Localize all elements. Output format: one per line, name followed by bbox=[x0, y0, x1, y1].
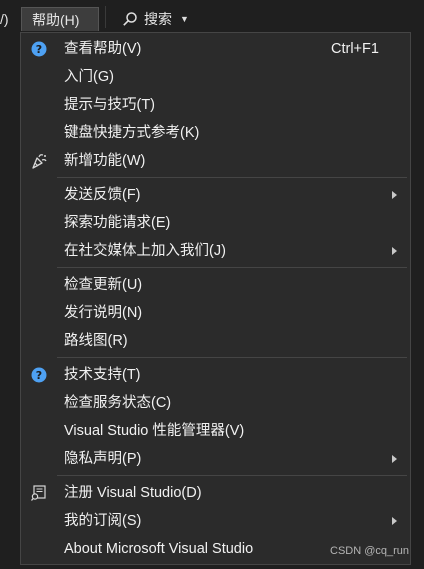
search-label: 搜索 bbox=[144, 11, 172, 27]
menu-item-label: 隐私声明(P) bbox=[64, 451, 142, 467]
menu-item-label: 新增功能(W) bbox=[64, 153, 146, 169]
menu-item-roadmap[interactable]: 路线图(R) bbox=[21, 327, 410, 355]
menu-item-my-subscriptions[interactable]: 我的订阅(S) bbox=[21, 507, 410, 535]
svg-text:?: ? bbox=[36, 43, 42, 56]
search-button[interactable]: 搜索 ▼ bbox=[122, 7, 189, 31]
menu-separator bbox=[57, 475, 407, 476]
menubar-item-previous[interactable]: /) bbox=[0, 7, 9, 31]
search-icon bbox=[123, 12, 137, 26]
menu-item-get-started[interactable]: 入门(G) bbox=[21, 63, 410, 91]
party-popper-icon bbox=[32, 154, 47, 169]
menu-item-keyboard-shortcuts[interactable]: 键盘快捷方式参考(K) bbox=[21, 119, 410, 147]
menu-item-send-feedback[interactable]: 发送反馈(F) bbox=[21, 181, 410, 209]
menu-item-release-notes[interactable]: 发行说明(N) bbox=[21, 299, 410, 327]
menu-item-check-service-status[interactable]: 检查服务状态(C) bbox=[21, 389, 410, 417]
menu-item-label: Visual Studio 性能管理器(V) bbox=[64, 423, 245, 439]
register-key-icon bbox=[30, 485, 46, 501]
help-dropdown-menu: ? 查看帮助(V) Ctrl+F1 入门(G) 提示与技巧(T) 键盘快捷方式参… bbox=[20, 32, 411, 565]
menu-item-register[interactable]: 注册 Visual Studio(D) bbox=[21, 479, 410, 507]
menu-item-label: 发行说明(N) bbox=[64, 305, 143, 321]
menu-bar: /) 帮助(H) 搜索 ▼ bbox=[0, 0, 424, 32]
menu-item-label: 入门(G) bbox=[64, 69, 114, 85]
submenu-arrow-icon bbox=[392, 455, 397, 463]
menu-item-check-updates[interactable]: 检查更新(U) bbox=[21, 271, 410, 299]
menu-item-label: 键盘快捷方式参考(K) bbox=[64, 125, 200, 141]
menu-item-label: 提示与技巧(T) bbox=[64, 97, 156, 113]
submenu-arrow-icon bbox=[392, 191, 397, 199]
menu-item-whats-new[interactable]: 新增功能(W) bbox=[21, 147, 410, 175]
menu-item-explore-feature-requests[interactable]: 探索功能请求(E) bbox=[21, 209, 410, 237]
submenu-arrow-icon bbox=[392, 247, 397, 255]
menu-item-view-help[interactable]: ? 查看帮助(V) Ctrl+F1 bbox=[21, 35, 410, 63]
menubar-item-help[interactable]: 帮助(H) bbox=[21, 7, 99, 31]
menu-item-label: 检查服务状态(C) bbox=[64, 395, 172, 411]
menu-item-performance-manager[interactable]: Visual Studio 性能管理器(V) bbox=[21, 417, 410, 445]
menu-separator bbox=[57, 267, 407, 268]
menu-item-label: About Microsoft Visual Studio bbox=[64, 541, 254, 557]
menu-item-label: 发送反馈(F) bbox=[64, 187, 141, 203]
menu-item-label: 注册 Visual Studio(D) bbox=[64, 485, 202, 501]
menubar-separator bbox=[105, 6, 106, 28]
shortcut-text: Ctrl+F1 bbox=[331, 41, 379, 57]
help-circle-icon: ? bbox=[31, 41, 47, 57]
chevron-down-icon: ▼ bbox=[180, 14, 189, 24]
menu-item-technical-support[interactable]: ? 技术支持(T) bbox=[21, 361, 410, 389]
menu-item-tips-tricks[interactable]: 提示与技巧(T) bbox=[21, 91, 410, 119]
menu-item-join-social-media[interactable]: 在社交媒体上加入我们(J) bbox=[21, 237, 410, 265]
watermark-text: CSDN @cq_run bbox=[330, 545, 410, 557]
menu-item-label: 检查更新(U) bbox=[64, 277, 143, 293]
menu-separator bbox=[57, 357, 407, 358]
menu-item-label: 我的订阅(S) bbox=[64, 513, 142, 529]
submenu-arrow-icon bbox=[392, 517, 397, 525]
menu-item-label: 查看帮助(V) bbox=[64, 41, 142, 57]
svg-text:?: ? bbox=[36, 369, 42, 382]
menu-item-label: 探索功能请求(E) bbox=[64, 215, 171, 231]
menu-item-label: 路线图(R) bbox=[64, 333, 128, 349]
menu-item-label: 技术支持(T) bbox=[64, 367, 141, 383]
help-circle-icon: ? bbox=[31, 367, 47, 383]
menu-item-privacy-statement[interactable]: 隐私声明(P) bbox=[21, 445, 410, 473]
menu-item-label: 在社交媒体上加入我们(J) bbox=[64, 243, 226, 259]
menu-separator bbox=[57, 177, 407, 178]
